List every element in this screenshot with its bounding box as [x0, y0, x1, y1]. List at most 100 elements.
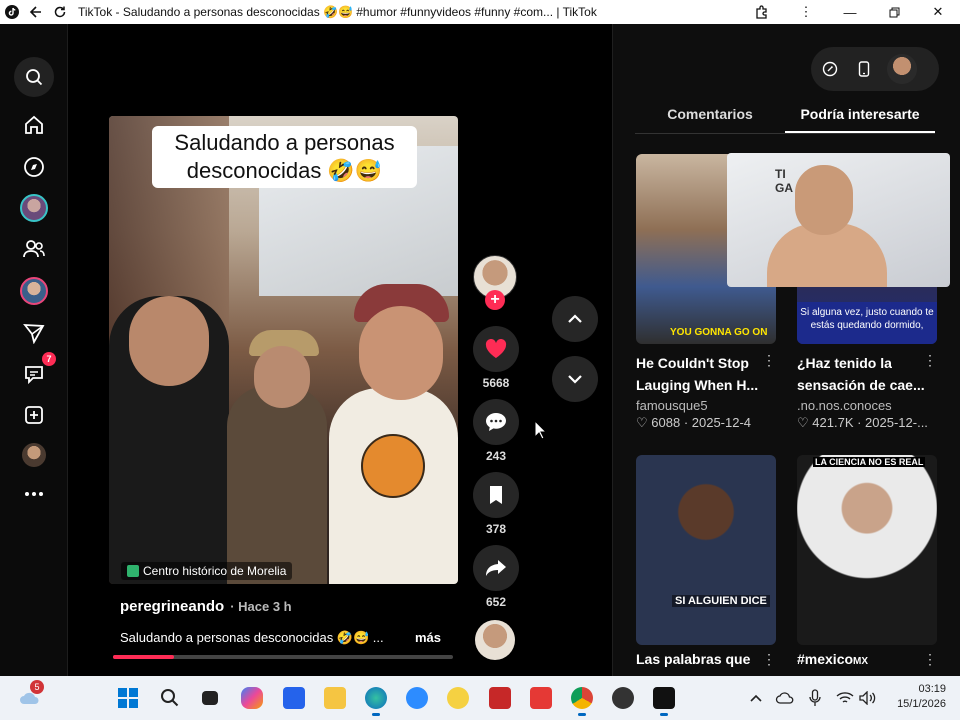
author-name[interactable]: peregrineando — [120, 598, 224, 615]
tab-podria-interesarte[interactable]: Podría interesarte — [785, 104, 935, 133]
top-controls-pill — [811, 47, 939, 91]
system-clock[interactable]: 03:19 15/1/2026 — [897, 682, 946, 712]
more-dots-icon[interactable] — [18, 478, 50, 510]
notification-badge: 7 — [42, 352, 56, 366]
card-likes: 421.7K — [812, 415, 854, 430]
video-player[interactable]: Saludando a personas desconocidas 🤣😅 Cen… — [109, 116, 458, 584]
card-likes: 6088 — [651, 415, 681, 430]
app-icon-sunglasses[interactable] — [446, 686, 470, 710]
app-icon-dark[interactable] — [611, 686, 635, 710]
phone-icon[interactable] — [849, 54, 879, 84]
coin-icon[interactable] — [815, 54, 845, 84]
close-icon[interactable]: ✕ — [916, 0, 960, 24]
card-more-icon[interactable]: ⋮ — [923, 651, 937, 668]
messages-send-icon[interactable] — [18, 317, 50, 349]
like-button[interactable] — [473, 326, 519, 372]
video-progress-bar[interactable] — [113, 655, 453, 659]
copilot-icon[interactable] — [240, 686, 264, 710]
card-author[interactable]: famousque5 — [636, 398, 776, 413]
card-more-icon[interactable]: ⋮ — [762, 352, 776, 369]
app-icon-red[interactable] — [488, 686, 512, 710]
recommended-video-card[interactable]: LA CIENCIA NO ES REAL #mexicoMX ⋮ — [797, 455, 937, 667]
avatar — [20, 277, 48, 305]
card-title-suffix: MX — [853, 656, 869, 667]
search-icon[interactable] — [158, 686, 182, 710]
avatar — [22, 443, 46, 467]
restore-icon[interactable] — [872, 0, 916, 24]
reload-icon[interactable] — [48, 0, 72, 24]
next-video-button[interactable] — [552, 356, 598, 402]
thumbnail-caption: SI ALGUIEN DICE — [672, 595, 770, 607]
more-options-icon[interactable]: ⋮ — [784, 0, 828, 24]
onedrive-icon[interactable] — [773, 686, 797, 710]
card-title[interactable]: Las palabras que — [636, 651, 776, 667]
music-disc-avatar[interactable] — [475, 620, 515, 660]
friends-icon[interactable] — [18, 233, 50, 265]
heart-icon — [485, 339, 507, 358]
windows-start-icon[interactable] — [116, 686, 140, 710]
chevron-up-icon — [568, 314, 582, 323]
like-count: 5668 — [482, 376, 510, 390]
wifi-icon[interactable] — [833, 686, 857, 710]
video-overlay-caption: Saludando a personas desconocidas 🤣😅 — [152, 126, 417, 188]
follow-plus-icon[interactable]: + — [485, 290, 505, 310]
volume-icon[interactable] — [856, 686, 880, 710]
store-icon[interactable] — [282, 686, 306, 710]
microphone-icon[interactable] — [803, 686, 827, 710]
search-button[interactable] — [14, 57, 54, 97]
user-avatar[interactable] — [887, 54, 917, 84]
task-view-icon[interactable] — [198, 686, 222, 710]
card-title-text: #mexico — [797, 651, 854, 667]
video-description: Saludando a personas desconocidas 🤣😅 ... — [120, 630, 384, 645]
card-title[interactable]: #mexicoMX — [797, 651, 937, 667]
save-button[interactable] — [473, 472, 519, 518]
video-thumbnail[interactable]: SI ALGUIEN DICE — [636, 455, 776, 645]
video-thumbnail[interactable]: LA CIENCIA NO ES REAL — [797, 455, 937, 645]
share-button[interactable] — [473, 545, 519, 591]
zoom-icon[interactable] — [405, 686, 429, 710]
sidebar-avatar-following[interactable] — [18, 192, 50, 224]
file-explorer-icon[interactable] — [323, 686, 347, 710]
chevron-up-icon[interactable] — [744, 686, 768, 710]
browser-title-bar: TikTok - Saludando a personas desconocid… — [0, 0, 960, 24]
share-count: 652 — [485, 595, 507, 609]
comment-button[interactable] — [473, 399, 519, 445]
edge-browser-icon[interactable] — [364, 686, 388, 716]
wps-icon[interactable] — [529, 686, 553, 710]
chevron-down-icon — [568, 375, 582, 384]
previous-video-button[interactable] — [552, 296, 598, 342]
left-sidebar: 7 — [0, 24, 68, 676]
thumbnail-caption: Si alguna vez, justo cuando te estás que… — [797, 302, 937, 344]
tiktok-taskbar-icon[interactable] — [652, 686, 676, 716]
upload-plus-icon[interactable] — [18, 399, 50, 431]
card-more-icon[interactable]: ⋮ — [762, 651, 776, 668]
search-icon — [26, 69, 43, 86]
recommended-video-card[interactable]: SI ALGUIEN DICE Las palabras que ⋮ — [636, 455, 776, 667]
card-more-icon[interactable]: ⋮ — [923, 352, 937, 369]
card-date: 2025-12-... — [865, 415, 928, 430]
heart-outline-icon: ♡ — [797, 415, 809, 430]
location-tag[interactable]: Centro histórico de Morelia — [121, 562, 293, 580]
tab-comentarios[interactable]: Comentarios — [635, 104, 785, 133]
explore-compass-icon[interactable] — [18, 151, 50, 183]
profile-avatar[interactable] — [18, 439, 50, 471]
extensions-icon[interactable] — [740, 0, 784, 24]
card-author[interactable]: .no.nos.conoces — [797, 398, 937, 413]
minimize-icon[interactable]: — — [828, 0, 872, 24]
back-arrow-icon[interactable] — [24, 0, 48, 24]
weather-icon[interactable]: 5 — [18, 680, 44, 710]
location-pin-icon — [127, 565, 139, 577]
post-time: · Hace 3 h — [230, 599, 292, 614]
windows-taskbar: 5 03:19 15/1/2026 — [0, 676, 960, 720]
card-date: 2025-12-4 — [691, 415, 752, 430]
more-link[interactable]: más — [415, 630, 441, 645]
sidebar-avatar-live[interactable] — [18, 275, 50, 307]
card-title[interactable]: ¿Haz tenido la sensación de cae... — [797, 352, 927, 396]
home-icon[interactable] — [18, 109, 50, 141]
right-panel: Comentarios Podría interesarte YOU GONNA… — [612, 24, 960, 676]
panel-tabs: Comentarios Podría interesarte — [635, 104, 935, 134]
thumbnail-caption: LA CIENCIA NO ES REAL — [813, 457, 926, 467]
chrome-icon[interactable] — [570, 686, 594, 716]
card-title[interactable]: He Couldn't Stop Lauging When H... — [636, 352, 766, 396]
inbox-icon[interactable]: 7 — [18, 352, 56, 390]
